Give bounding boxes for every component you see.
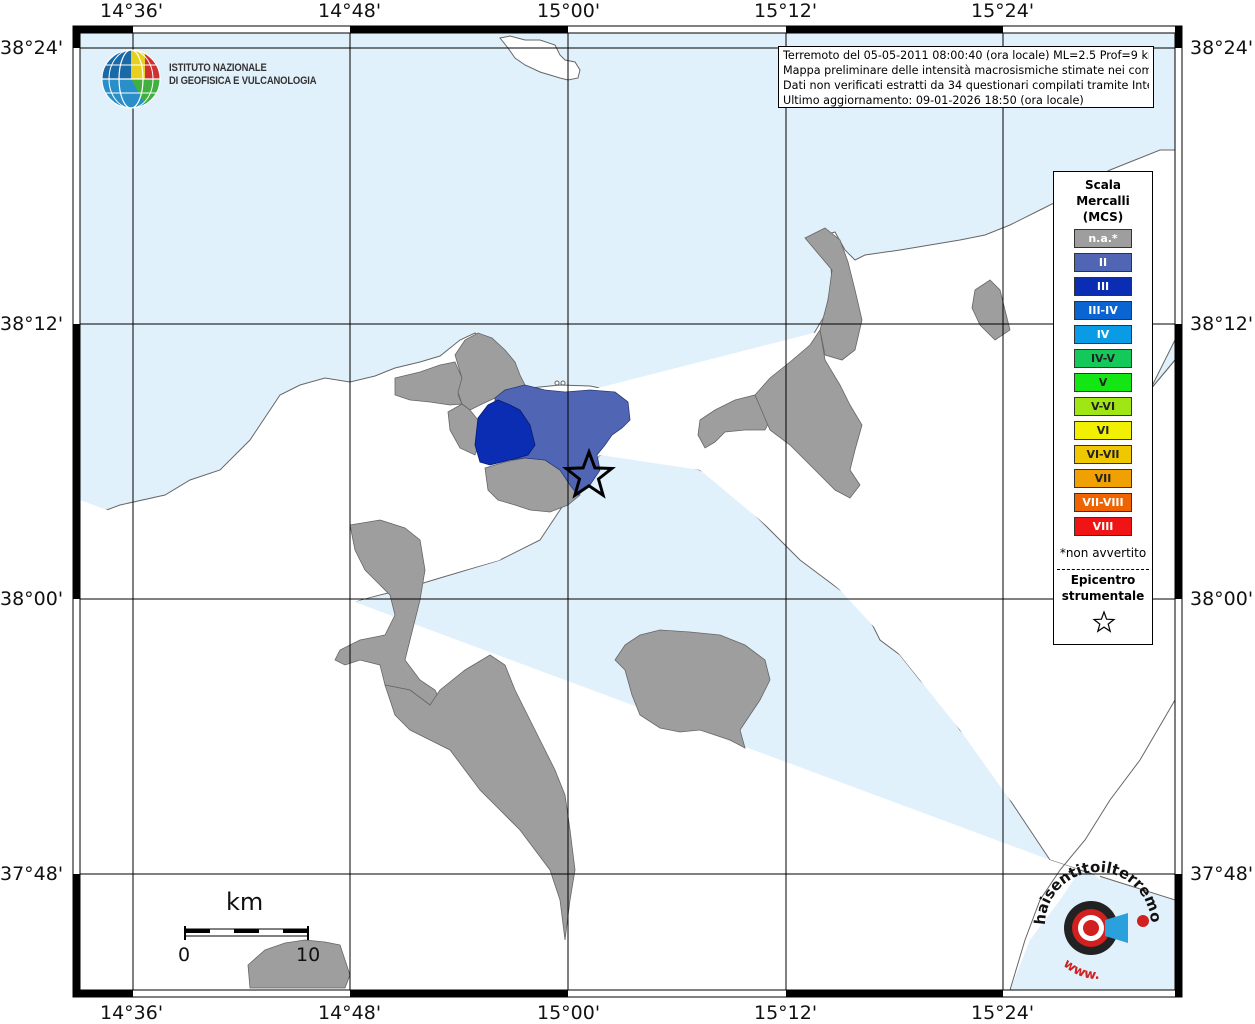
lon-label-bottom: 14°36' xyxy=(100,1002,164,1024)
legend-item: VI-VII xyxy=(1074,445,1132,464)
legend-epicenter-label: Epicentro strumentale xyxy=(1061,573,1145,603)
lat-label-right: 37°48' xyxy=(1190,863,1254,885)
star-icon xyxy=(1092,610,1116,633)
legend-item: IV xyxy=(1074,325,1132,344)
legend-item: II xyxy=(1074,253,1132,272)
legend-item: VIII xyxy=(1074,517,1132,536)
svg-text:www.: www. xyxy=(1060,956,1099,983)
lon-label-top: 15°12' xyxy=(754,0,818,22)
hai-sentito-logo-icon: haisentitoilterremoto.it www. xyxy=(1033,855,1163,983)
watermark-url: www. xyxy=(1060,956,1099,983)
lon-label-bottom: 15°12' xyxy=(754,1002,818,1024)
lon-label-top: 14°36' xyxy=(100,0,164,22)
legend-item: n.a.* xyxy=(1074,229,1132,248)
legend-item: IV-V xyxy=(1074,349,1132,368)
ingv-globe-icon xyxy=(101,49,161,109)
mcs-legend: Scala Mercalli (MCS) n.a.* II III III-IV IV I… xyxy=(1053,171,1153,645)
event-info-box: Terremoto del 05-05-2011 08:00:40 (ora l… xyxy=(778,46,1154,108)
scale-max: 10 xyxy=(296,944,321,966)
ingv-logo: ISTITUTO NAZIONALE DI GEOFISICA E VULCAN… xyxy=(100,48,320,112)
legend-item: V xyxy=(1074,373,1132,392)
lon-label-bottom: 15°24' xyxy=(971,1002,1035,1024)
lat-label-right: 38°12' xyxy=(1190,313,1254,335)
lat-label-left: 38°00' xyxy=(0,588,64,610)
lon-label-top: 15°24' xyxy=(971,0,1035,22)
islet xyxy=(560,380,566,386)
lon-label-bottom: 15°00' xyxy=(537,1002,601,1024)
legend-item: III xyxy=(1074,277,1132,296)
legend-item: VI xyxy=(1074,421,1132,440)
lon-label-top: 15°00' xyxy=(537,0,601,22)
lat-label-left: 38°12' xyxy=(0,313,64,335)
lat-label-left: 38°24' xyxy=(0,37,64,59)
legend-item: VII-VIII xyxy=(1074,493,1132,512)
lat-label-right: 38°24' xyxy=(1190,37,1254,59)
lon-label-top: 14°48' xyxy=(318,0,382,22)
legend-note: *non avvertito xyxy=(1059,546,1147,560)
legend-item: VII xyxy=(1074,469,1132,488)
lat-label-left: 37°48' xyxy=(0,863,64,885)
legend-item: III-IV xyxy=(1074,301,1132,320)
lon-label-bottom: 14°48' xyxy=(318,1002,382,1024)
legend-title: Scala Mercalli (MCS) xyxy=(1076,178,1130,224)
ingv-name: ISTITUTO NAZIONALE DI GEOFISICA E VULCAN… xyxy=(169,62,317,87)
lat-label-right: 38°00' xyxy=(1190,588,1254,610)
scale-unit: km xyxy=(226,888,264,916)
event-info-line: Dati non verificati estratti da 34 quest… xyxy=(783,79,1149,92)
legend-item: V-VI xyxy=(1074,397,1132,416)
legend-divider xyxy=(1057,569,1149,570)
event-info-line: Terremoto del 05-05-2011 08:00:40 (ora l… xyxy=(783,49,1149,62)
scale-min: 0 xyxy=(178,944,191,966)
event-info-line: Mappa preliminare delle intensità macros… xyxy=(783,64,1149,77)
event-info-line: Ultimo aggiornamento: 09-01-2026 18:50 (… xyxy=(783,94,1084,107)
islet xyxy=(554,380,560,386)
